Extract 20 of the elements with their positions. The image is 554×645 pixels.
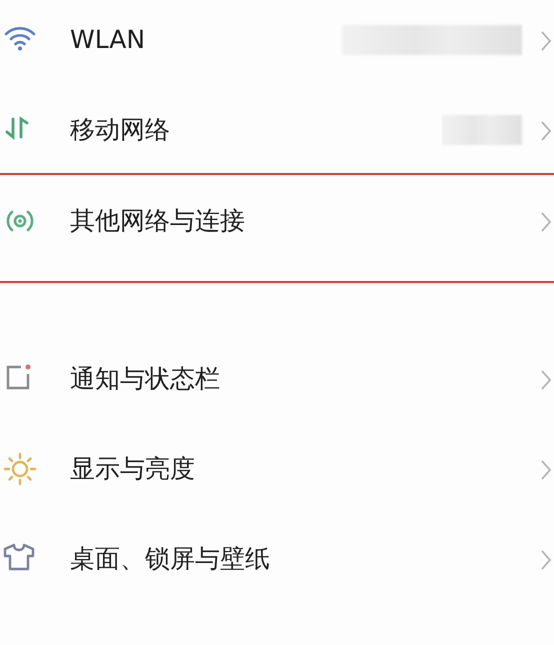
chevron-icon [540,30,552,52]
settings-label: WLAN [70,24,146,56]
sun-icon [3,452,37,486]
chevron-icon [540,369,552,391]
chevron-icon [540,459,552,481]
settings-label: 其他网络与连接 [70,205,245,237]
settings-label: 桌面、锁屏与壁纸 [70,543,270,575]
settings-row[interactable]: 桌面、锁屏与壁纸 [0,514,554,604]
shirt-icon [3,542,35,572]
settings-row[interactable]: 通知与状态栏 [0,334,554,424]
settings-label: 显示与亮度 [70,453,195,485]
chevron-icon [540,120,552,142]
settings-row[interactable]: WLAN [0,0,554,85]
highlighted-settings-row[interactable]: 其他网络与连接 [0,173,554,283]
chevron-icon [540,211,552,233]
settings-label: 移动网络 [70,114,170,146]
settings-row[interactable]: 移动网络 [0,85,554,175]
settings-row[interactable]: 显示与亮度 [0,424,554,514]
chevron-icon [540,549,552,571]
settings-label: 通知与状态栏 [70,363,220,395]
